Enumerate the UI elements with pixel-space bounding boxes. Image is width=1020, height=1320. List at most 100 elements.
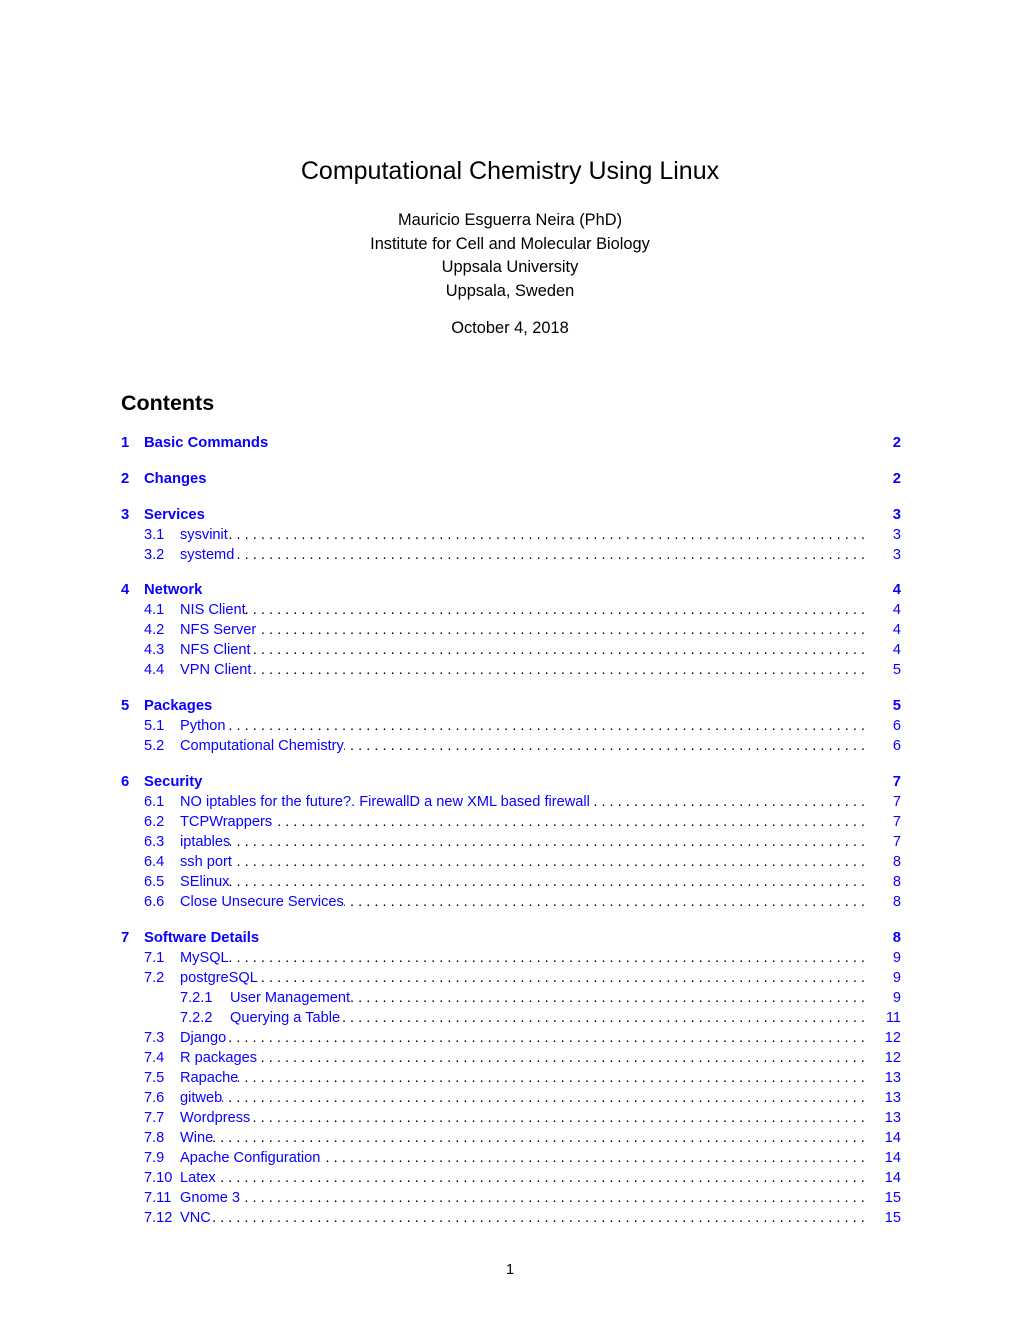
toc-entry-title: Apache Configuration [180,1149,321,1166]
toc-subsection-link[interactable]: 7.12 VNC. . . . . . . . . . . . . . . . .… [121,1208,901,1228]
toc-subsubsection-link[interactable]: 7.2.2 Querying a Table. . . . . . . . . .… [121,1008,901,1028]
toc-section-link[interactable]: 3 Services 3 [121,505,901,525]
toc-subsection-link[interactable]: 4.3 NFS Client. . . . . . . . . . . . . .… [121,640,901,660]
dot-leader: . . . . . . . . . . . . . . . . . . . . … [350,989,865,1006]
dot-leader: . . . . . . . . . . . . . . . . . . . . … [225,718,865,735]
toc-subsection-link[interactable]: 7.2 postgreSQL. . . . . . . . . . . . . .… [121,968,901,988]
toc-subsection-link[interactable]: 7.10 Latex. . . . . . . . . . . . . . . .… [121,1168,901,1188]
toc-entry-title: sysvinit [180,526,228,543]
toc-page-number: 11 [885,1009,901,1026]
toc-section-number: 6 [121,773,130,790]
toc-subsection-link[interactable]: 6.1 NO iptables for the future?. Firewall… [121,792,901,812]
toc-page-number: 7 [892,813,901,830]
toc-entry-number: 7.5 [144,1069,165,1086]
toc-entry-number: 4.1 [144,602,165,619]
toc-page-number: 13 [884,1069,901,1086]
dot-leader: . . . . . . . . . . . . . . . . . . . . … [211,1209,865,1226]
toc-page-number: 5 [892,662,901,679]
toc-entry-title: VNC [180,1209,211,1226]
toc-section: 1 Basic Commands 2 [121,433,901,453]
dot-leader: . . . . . . . . . . . . . . . . . . . . … [272,813,865,830]
toc-entry-number: 6.2 [144,813,165,830]
toc-entry-title: Rapache [180,1069,239,1086]
toc-subsection-link[interactable]: 7.1 MySQL. . . . . . . . . . . . . . . . … [121,948,901,968]
dot-leader: . . . . . . . . . . . . . . . . . . . . … [257,1049,865,1066]
toc-page-number: 4 [892,602,901,619]
toc-entry-title: NFS Client [180,642,251,659]
dot-leader: . . . . . . . . . . . . . . . . . . . . … [228,949,865,966]
author-location: Uppsala, Sweden [445,281,575,300]
toc-subsection-link[interactable]: 7.6 gitweb. . . . . . . . . . . . . . . .… [121,1088,901,1108]
toc-section-link[interactable]: 4 Network 4 [121,580,901,600]
toc-subsection-link[interactable]: 7.11 Gnome 3. . . . . . . . . . . . . . .… [121,1188,901,1208]
toc-subsection-link[interactable]: 6.4 ssh port. . . . . . . . . . . . . . .… [121,852,901,872]
toc-subsection-link[interactable]: 4.4 VPN Client. . . . . . . . . . . . . .… [121,660,901,680]
toc-section-number: 1 [121,435,130,451]
toc-page-number: 2 [892,470,901,487]
toc-entry-title: R packages [180,1049,258,1066]
toc-subsection-link[interactable]: 3.1 sysvinit. . . . . . . . . . . . . . .… [121,525,901,545]
toc-subsection-link[interactable]: 6.5 SElinux. . . . . . . . . . . . . . . … [121,872,901,892]
toc-section-number: 2 [121,470,130,487]
toc-section-link[interactable]: 6 Security 7 [121,772,901,792]
toc-subsection-link[interactable]: 3.2 systemd. . . . . . . . . . . . . . . … [121,545,901,565]
toc-page-number: 7 [892,793,901,810]
toc-entry-number: 4.3 [144,642,165,659]
toc-subsection-link[interactable]: 6.2 TCPWrappers. . . . . . . . . . . . . … [121,812,901,832]
table-of-contents: 1 Basic Commands 2 2 Changes 2 3 Services 3 3.1 sy… [121,433,901,1244]
toc-entry-number: 7.12 [144,1209,173,1226]
toc-section-link[interactable]: 7 Software Details 8 [121,928,901,948]
toc-page-number: 8 [892,929,901,946]
toc-section: 3 Services 3 3.1 sysvinit. . . . . . . . . .… [121,505,901,565]
document-date: October 4, 2018 [451,319,569,337]
toc-page-number: 15 [884,1189,901,1206]
toc-section: 5 Packages 5 5.1 Python. . . . . . . . . . .… [121,696,901,756]
toc-subsection-link[interactable]: 7.7 Wordpress. . . . . . . . . . . . . . … [121,1108,901,1128]
toc-entry-number: 6.3 [144,833,165,850]
page-number: 1 [505,1262,515,1278]
toc-entry-title: NIS Client [180,602,246,619]
dot-leader: . . . . . . . . . . . . . . . . . . . . … [228,526,865,543]
toc-page-number: 6 [892,718,901,735]
toc-entry-number: 7.7 [144,1109,165,1126]
toc-subsection-link[interactable]: 7.4 R packages. . . . . . . . . . . . . .… [121,1048,901,1068]
toc-subsection-link[interactable]: 7.9 Apache Configuration. . . . . . . . .… [121,1148,901,1168]
toc-subsection-link[interactable]: 5.1 Python. . . . . . . . . . . . . . . .… [121,716,901,736]
dot-leader: . . . . . . . . . . . . . . . . . . . . … [213,1129,865,1146]
author-institute: Institute for Cell and Molecular Biology [370,234,650,253]
toc-section-link[interactable]: 5 Packages 5 [121,696,901,716]
dot-leader: . . . . . . . . . . . . . . . . . . . . … [251,642,865,659]
toc-entry-number: 7.6 [144,1089,165,1106]
toc-subsection-link[interactable]: 6.3 iptables. . . . . . . . . . . . . . .… [121,832,901,852]
toc-section-link[interactable]: 1 Basic Commands 2 [121,433,901,453]
dot-leader: . . . . . . . . . . . . . . . . . . . . … [590,793,865,810]
toc-page-number: 8 [892,873,901,890]
toc-page-number: 4 [892,642,901,659]
toc-page-number: 9 [892,989,901,1006]
dot-leader: . . . . . . . . . . . . . . . . . . . . … [250,1109,865,1126]
toc-subsection-link[interactable]: 4.2 NFS Server. . . . . . . . . . . . . .… [121,620,901,640]
toc-page-number: 13 [884,1109,901,1126]
toc-entry-title: gitweb [180,1089,223,1106]
toc-entry-title: Computational Chemistry [180,738,344,755]
toc-subsection-link[interactable]: 7.5 Rapache. . . . . . . . . . . . . . . … [121,1068,901,1088]
toc-entry-number: 3.1 [144,526,165,543]
toc-subsection-link[interactable]: 5.2 Computational Chemistry. . . . . . . … [121,736,901,756]
toc-page-number: 8 [892,893,901,910]
toc-subsection-link[interactable]: 4.1 NIS Client. . . . . . . . . . . . . .… [121,600,901,620]
toc-subsection-link[interactable]: 6.6 Close Unsecure Services. . . . . . . … [121,892,901,912]
toc-section-title: Changes [144,470,207,487]
toc-subsection-link[interactable]: 7.8 Wine. . . . . . . . . . . . . . . . .… [121,1128,901,1148]
toc-subsubsection-link[interactable]: 7.2.1 User Management. . . . . . . . . . … [121,988,901,1008]
toc-subsection-link[interactable]: 7.3 Django. . . . . . . . . . . . . . . .… [121,1028,901,1048]
dot-leader: . . . . . . . . . . . . . . . . . . . . … [230,833,865,850]
dot-leader: . . . . . . . . . . . . . . . . . . . . … [226,1029,865,1046]
toc-entry-number: 7.2.1 [180,989,213,1006]
toc-section-link[interactable]: 2 Changes 2 [121,469,901,489]
toc-entry-title: postgreSQL [180,969,258,986]
dot-leader: . . . . . . . . . . . . . . . . . . . . … [246,602,865,619]
toc-entry-number: 7.2.2 [180,1009,213,1026]
dot-leader: . . . . . . . . . . . . . . . . . . . . … [258,969,865,986]
dot-leader: . . . . . . . . . . . . . . . . . . . . … [256,622,865,639]
toc-entry-title: Django [180,1029,227,1046]
